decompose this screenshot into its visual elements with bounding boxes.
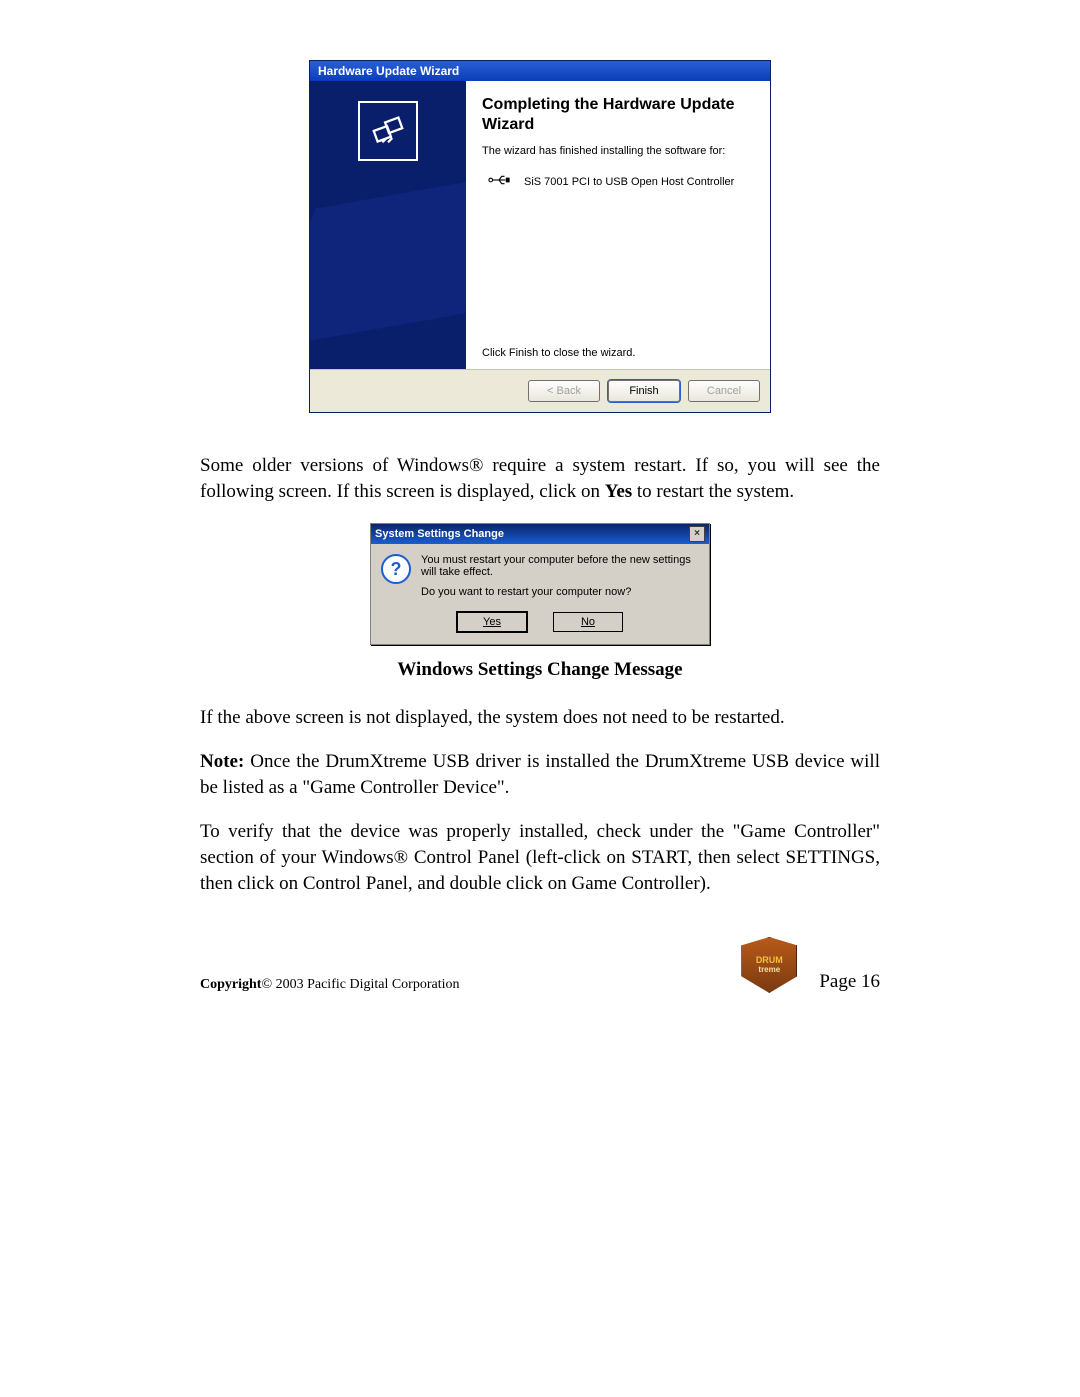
drumxtreme-logo: DRUM treme xyxy=(741,937,795,993)
wizard-device-name: SiS 7001 PCI to USB Open Host Controller xyxy=(524,176,734,188)
close-icon[interactable]: × xyxy=(689,526,705,542)
wizard-side-banner xyxy=(310,81,466,369)
copyright-text: Copyright© 2003 Pacific Digital Corporat… xyxy=(200,977,460,993)
page-footer: Copyright© 2003 Pacific Digital Corporat… xyxy=(200,937,880,993)
usb-controller-icon xyxy=(488,173,510,190)
wizard-installer-icon xyxy=(358,101,418,161)
sys-dialog-title-text: System Settings Change xyxy=(375,528,504,540)
wizard-titlebar: Hardware Update Wizard xyxy=(310,61,770,81)
doc-paragraph-no-restart: If the above screen is not displayed, th… xyxy=(200,705,880,731)
sys-dialog-line1: You must restart your computer before th… xyxy=(421,554,699,578)
wizard-button-row: < Back Finish Cancel xyxy=(310,369,770,412)
question-icon: ? xyxy=(381,554,411,584)
page-number: Page 16 xyxy=(819,971,880,993)
wizard-content: Completing the Hardware Update Wizard Th… xyxy=(466,81,770,369)
doc-paragraph-verify: To verify that the device was properly i… xyxy=(200,819,880,897)
sys-dialog-text: You must restart your computer before th… xyxy=(421,554,699,598)
cancel-button[interactable]: Cancel xyxy=(688,380,760,402)
wizard-close-hint: Click Finish to close the wizard. xyxy=(482,347,754,359)
wizard-description: The wizard has finished installing the s… xyxy=(482,145,754,157)
yes-button[interactable]: Yes xyxy=(457,612,527,632)
wizard-device-row: SiS 7001 PCI to USB Open Host Controller xyxy=(488,173,754,190)
doc-paragraph-restart-note: Some older versions of Windows® require … xyxy=(200,453,880,505)
sys-dialog-titlebar: System Settings Change × xyxy=(371,524,709,544)
finish-button[interactable]: Finish xyxy=(608,380,680,402)
sys-dialog-button-row: Yes No xyxy=(371,612,709,644)
hardware-update-wizard-dialog: Hardware Update Wizard Completing the Ha… xyxy=(309,60,771,413)
no-button[interactable]: No xyxy=(553,612,623,632)
back-button[interactable]: < Back xyxy=(528,380,600,402)
doc-paragraph-note: Note: Once the DrumXtreme USB driver is … xyxy=(200,749,880,801)
figure-caption: Windows Settings Change Message xyxy=(200,659,880,681)
wizard-heading: Completing the Hardware Update Wizard xyxy=(482,95,754,135)
system-settings-change-dialog: System Settings Change × ? You must rest… xyxy=(370,523,710,645)
sys-dialog-line2: Do you want to restart your computer now… xyxy=(421,586,699,598)
